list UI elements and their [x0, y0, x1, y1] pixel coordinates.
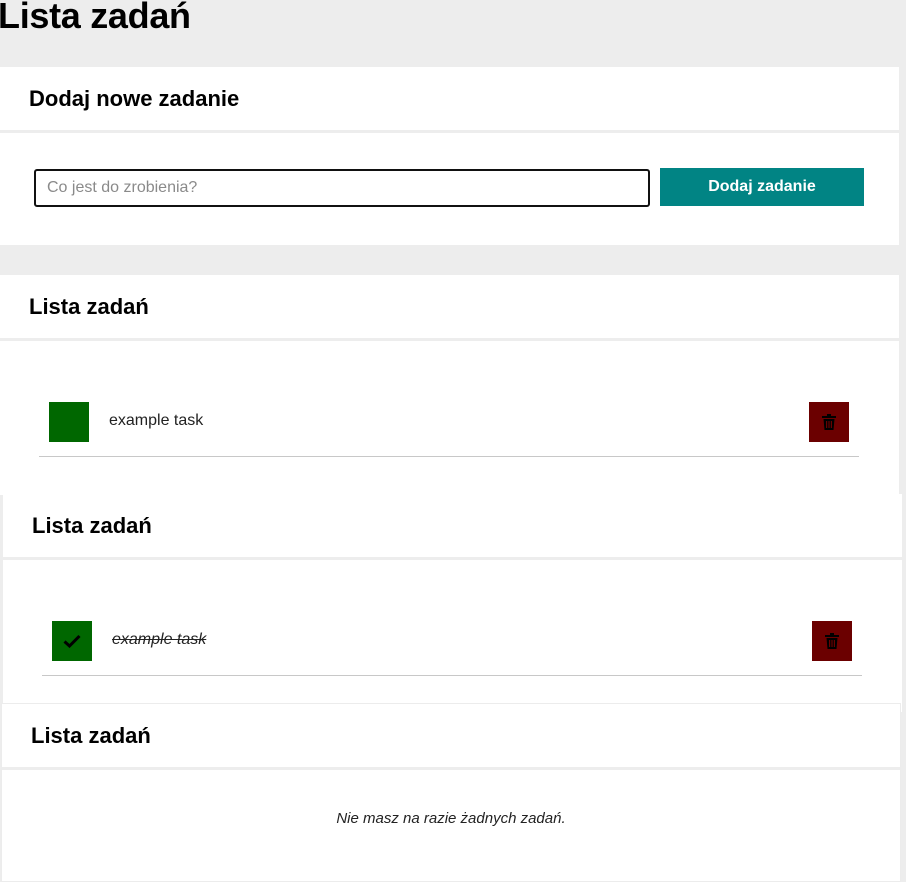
- add-task-header: Dodaj nowe zadanie: [0, 67, 899, 133]
- add-task-button[interactable]: Dodaj zadanie: [660, 168, 864, 206]
- add-task-form: Dodaj zadanie: [0, 133, 899, 242]
- task-list-header: Lista zadań: [2, 704, 900, 770]
- task-text: example task: [112, 631, 207, 648]
- task-list-section: Lista zadań example task: [3, 494, 902, 712]
- task-item: example task: [39, 387, 859, 457]
- task-list-header: Lista zadań: [3, 494, 902, 560]
- task-input[interactable]: [34, 169, 650, 207]
- task-list-section: Lista zadań Nie masz na razie żadnych za…: [1, 703, 901, 882]
- add-task-section: Dodaj nowe zadanie Dodaj zadanie: [0, 67, 899, 245]
- task-text: example task: [109, 412, 204, 429]
- task-list-section: Lista zadań example task: [0, 275, 899, 495]
- delete-task-button[interactable]: [812, 621, 852, 661]
- trash-icon: [825, 633, 839, 649]
- empty-list-message: Nie masz na razie żadnych zadań.: [336, 810, 566, 827]
- delete-task-button[interactable]: [809, 402, 849, 442]
- task-item: example task: [42, 606, 862, 676]
- complete-toggle-button[interactable]: [49, 402, 89, 442]
- complete-toggle-button[interactable]: [52, 621, 92, 661]
- page-title: Lista zadań: [0, 0, 191, 36]
- trash-icon: [822, 414, 836, 430]
- page: Lista zadań Dodaj nowe zadanie Dodaj zad…: [0, 0, 906, 882]
- check-icon: [63, 634, 81, 648]
- task-list-header: Lista zadań: [0, 275, 899, 341]
